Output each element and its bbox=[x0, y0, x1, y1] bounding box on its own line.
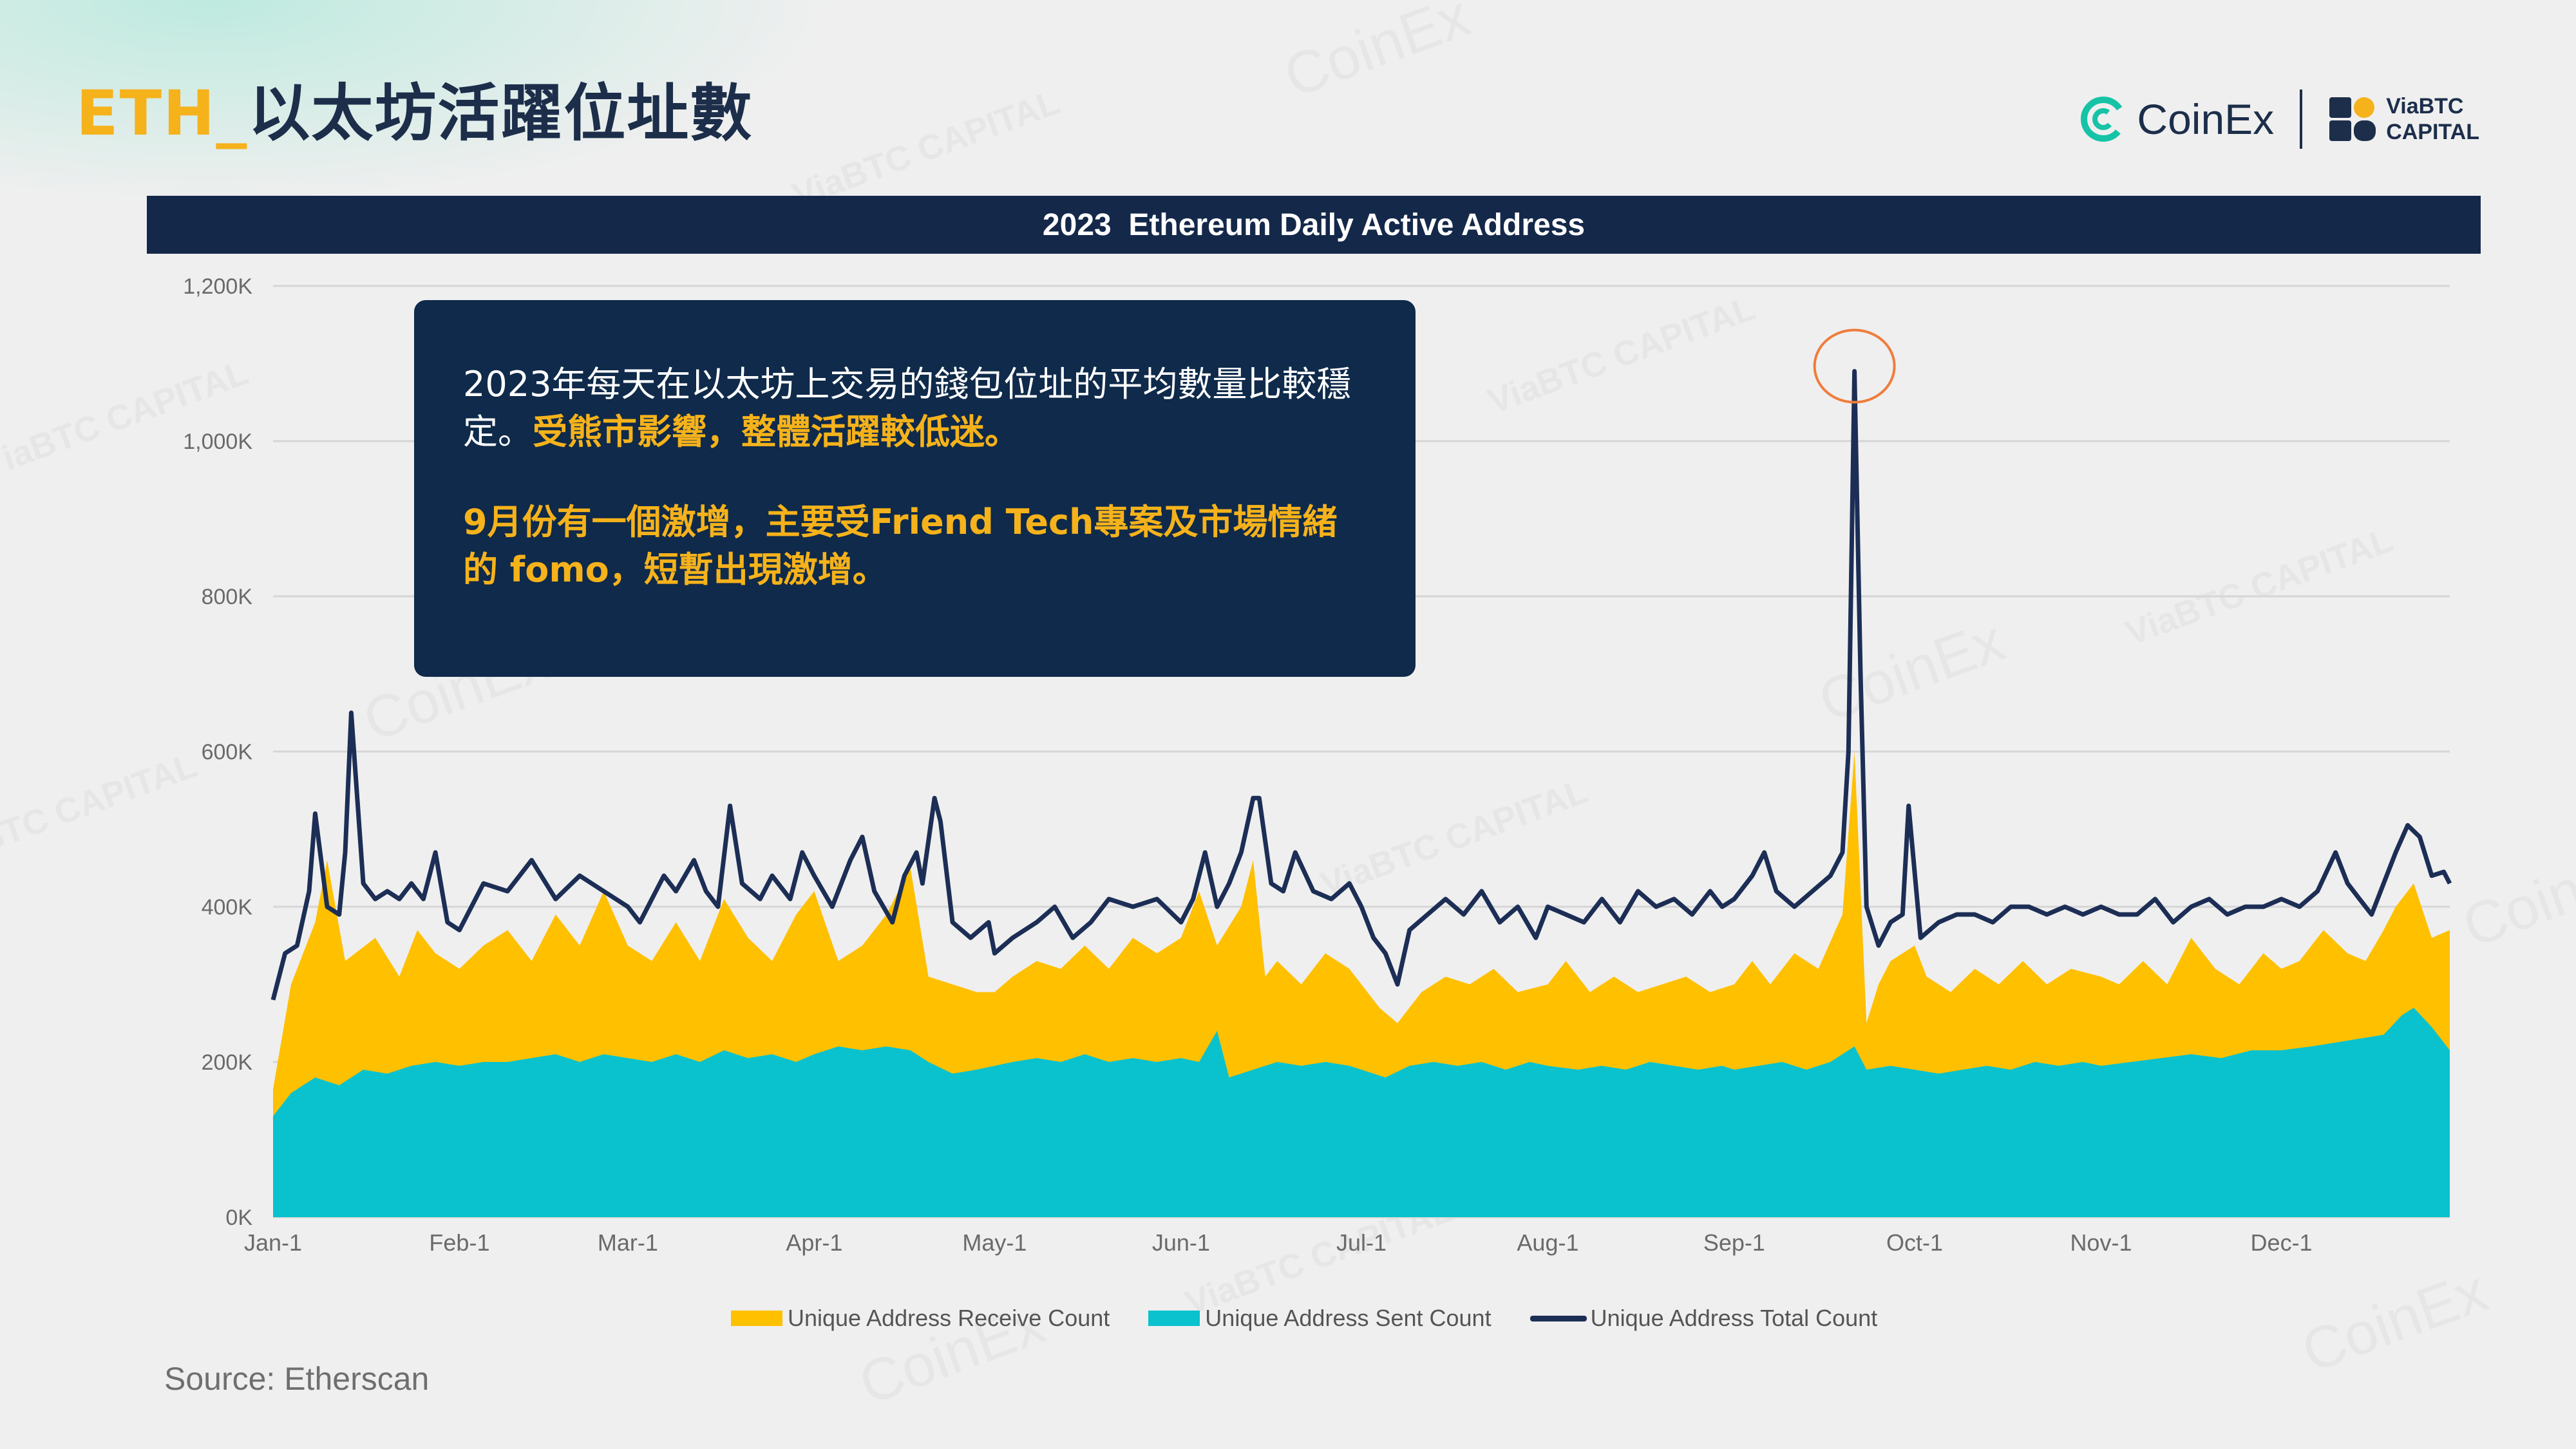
y-tick-label: 1,200K bbox=[183, 274, 252, 299]
x-tick-label: Oct-1 bbox=[1886, 1229, 1943, 1256]
x-tick-label: Jul-1 bbox=[1336, 1229, 1387, 1256]
x-tick-label: Aug-1 bbox=[1517, 1229, 1578, 1256]
legend-label-total: Unique Address Total Count bbox=[1590, 1305, 1878, 1331]
active-address-chart: 0K 200K 400K 600K 800K 1,000K 1,200K Jan-1 Feb-1… bbox=[183, 274, 2452, 1256]
y-tick-label: 400K bbox=[202, 895, 253, 920]
source-note: Source: Etherscan bbox=[164, 1361, 430, 1397]
y-tick-label: 1,000K bbox=[183, 430, 252, 454]
callout-text-highlight: 受熊市影響，整體活躍較低迷。 bbox=[533, 412, 1019, 452]
x-tick-label: May-1 bbox=[962, 1229, 1027, 1256]
chart-legend: Unique Address Receive Count Unique Addr… bbox=[731, 1305, 1916, 1332]
legend-label-receive: Unique Address Receive Count bbox=[788, 1305, 1110, 1331]
x-tick-label: Apr-1 bbox=[786, 1229, 842, 1256]
y-tick-label: 200K bbox=[202, 1050, 253, 1075]
legend-label-sent: Unique Address Sent Count bbox=[1205, 1305, 1492, 1331]
x-tick-label: Mar-1 bbox=[598, 1229, 658, 1256]
y-tick-label: 0K bbox=[225, 1206, 252, 1230]
x-tick-label: Jan-1 bbox=[244, 1229, 302, 1256]
x-tick-label: Feb-1 bbox=[429, 1229, 489, 1256]
legend-swatch-total bbox=[1530, 1315, 1587, 1321]
y-tick-label: 800K bbox=[202, 585, 253, 609]
x-tick-label: Sep-1 bbox=[1703, 1229, 1765, 1256]
y-tick-label: 600K bbox=[202, 740, 253, 764]
legend-item-receive: Unique Address Receive Count bbox=[731, 1305, 1110, 1332]
x-tick-label: Nov-1 bbox=[2070, 1229, 2132, 1256]
x-tick-label: Dec-1 bbox=[2251, 1229, 2313, 1256]
legend-item-total: Unique Address Total Count bbox=[1530, 1305, 1878, 1332]
x-tick-label: Jun-1 bbox=[1152, 1229, 1210, 1256]
legend-swatch-sent bbox=[1148, 1311, 1200, 1326]
callout-paragraph-2: 9月份有一個激增，主要受Friend Tech專案及市場情緒的 fomo，短暫出… bbox=[463, 502, 1338, 590]
callout-paragraph-1: 2023年每天在以太坊上交易的錢包位址的平均數量比較穩定。受熊市影響，整體活躍較… bbox=[463, 361, 1364, 456]
legend-item-sent: Unique Address Sent Count bbox=[1148, 1305, 1492, 1332]
legend-swatch-receive bbox=[731, 1311, 782, 1326]
insight-callout: 2023年每天在以太坊上交易的錢包位址的平均數量比較穩定。受熊市影響，整體活躍較… bbox=[414, 300, 1416, 677]
